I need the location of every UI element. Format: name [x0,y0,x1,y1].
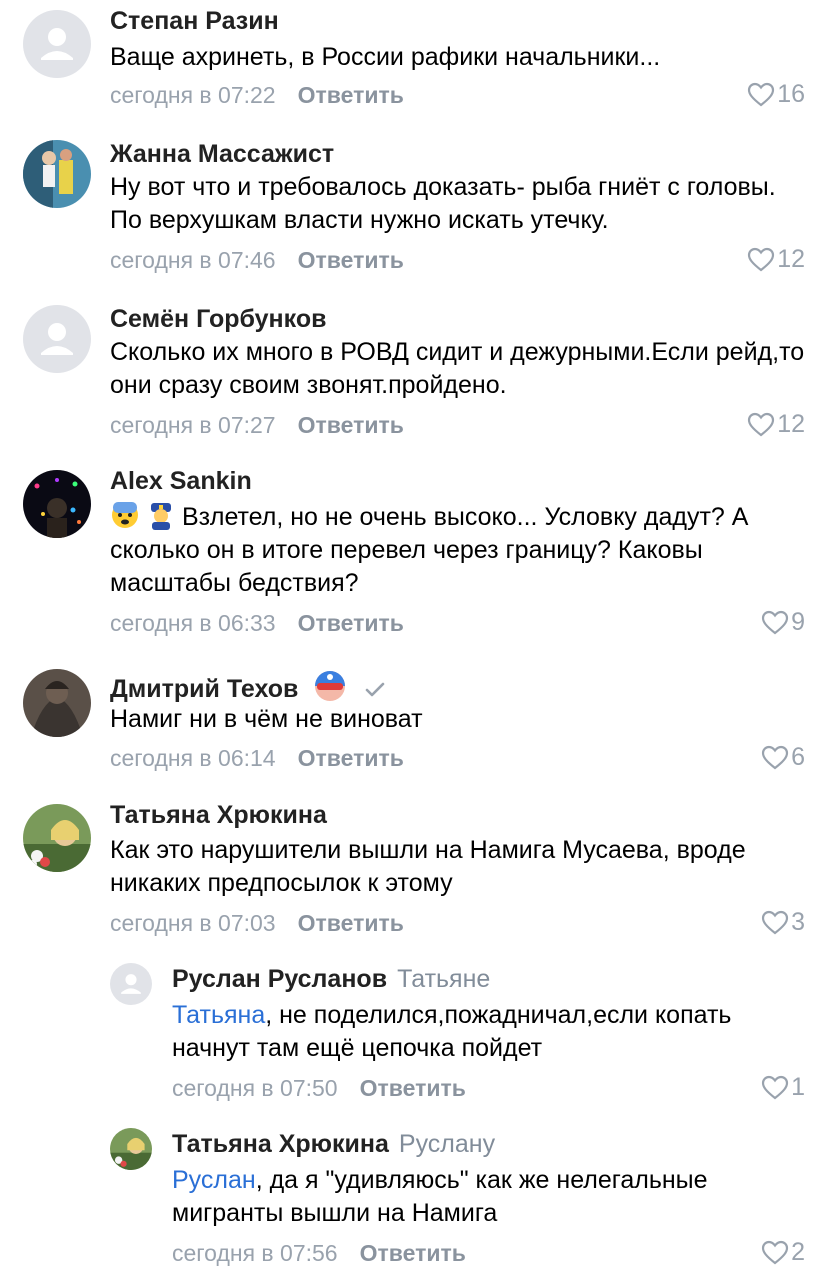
reply-button[interactable]: Ответить [298,745,404,771]
comment-text: Ваще ахринеть, в России рафики начальник… [110,43,661,71]
like-count: 12 [777,410,805,438]
comment-meta: сегодня в 07:27 Ответить [110,412,404,439]
heart-icon [748,247,775,271]
fearful-face-emoji [112,502,138,528]
heart-icon [761,910,789,934]
timestamp: сегодня в 07:03 [110,910,276,936]
author-name[interactable]: Дмитрий Техов [110,669,386,704]
reply-button[interactable]: Ответить [360,1240,466,1266]
timestamp: сегодня в 07:46 [110,247,276,273]
heart-icon [748,412,775,436]
avatar[interactable] [23,804,91,872]
like-count: 3 [791,908,805,936]
reply-button[interactable]: Ответить [360,1075,466,1101]
comment-text: Сколько их много в РОВД сидит и дежурным… [110,338,805,399]
timestamp: сегодня в 06:33 [110,610,276,636]
comment-meta: сегодня в 06:14 Ответить [110,745,404,772]
heart-icon [761,1075,789,1099]
heart-icon [748,82,775,106]
mention-link[interactable]: Руслан [172,1166,256,1194]
reply-to[interactable]: Татьяне [397,965,490,993]
like-count: 16 [777,80,805,108]
like-count: 6 [791,743,805,771]
comment-text: Взлетел, но не очень высоко... Условку д… [110,500,810,600]
author-name[interactable]: Руслан Русланов Татьяне [172,965,490,994]
author-name[interactable]: Татьяна Хрюкина Руслану [172,1130,495,1159]
reply-button[interactable]: Ответить [298,910,404,936]
author-name[interactable]: Жанна Массажист [110,140,334,169]
author-name[interactable]: Семён Горбунков [110,305,326,334]
comment-meta: сегодня в 06:33 Ответить [110,610,404,637]
like-button[interactable]: 2 [761,1238,805,1267]
heart-icon [761,610,789,634]
comment-meta: сегодня в 07:56 Ответить [172,1240,466,1267]
comment-text: Намиг ни в чём не виноват [110,705,423,733]
author-name[interactable]: Татьяна Хрюкина [110,801,327,830]
heart-icon [761,1240,789,1264]
like-button[interactable]: 3 [761,908,805,937]
heart-icon [761,745,789,769]
avatar[interactable] [110,1128,152,1170]
author-name[interactable]: Степан Разин [110,7,279,36]
like-button[interactable]: 9 [761,608,805,637]
like-button[interactable]: 12 [747,245,805,274]
like-button[interactable]: 6 [761,743,805,772]
like-count: 1 [791,1073,805,1101]
like-button[interactable]: 1 [761,1073,805,1102]
reply-button[interactable]: Ответить [298,412,404,438]
reply-button[interactable]: Ответить [298,82,404,108]
timestamp: сегодня в 07:27 [110,412,276,438]
like-count: 9 [791,608,805,636]
reply-to[interactable]: Руслану [399,1130,495,1158]
avatar[interactable] [23,140,91,208]
comment-meta: сегодня в 07:03 Ответить [110,910,404,937]
avatar[interactable] [23,10,91,78]
timestamp: сегодня в 07:56 [172,1240,338,1266]
comment-meta: сегодня в 07:50 Ответить [172,1075,466,1102]
avatar[interactable] [110,963,152,1005]
avatar[interactable] [23,305,91,373]
timestamp: сегодня в 06:14 [110,745,276,771]
reply-button[interactable]: Ответить [298,610,404,636]
police-officer-emoji [151,503,171,530]
avatar[interactable] [23,669,91,737]
comment-meta: сегодня в 07:22 Ответить [110,82,404,109]
hero-mask-emoji [315,671,346,701]
comment-text: Руслан, да я "удивляюсь" как же нелегаль… [172,1166,708,1227]
comment-text: Ну вот что и требовалось доказать- рыба … [110,173,776,234]
timestamp: сегодня в 07:22 [110,82,276,108]
avatar[interactable] [23,470,91,538]
mention-link[interactable]: Татьяна [172,1001,265,1029]
comment-meta: сегодня в 07:46 Ответить [110,247,404,274]
like-count: 12 [777,245,805,273]
like-button[interactable]: 16 [747,80,805,109]
timestamp: сегодня в 07:50 [172,1075,338,1101]
comment-text: Татьяна, не поделился,пожадничал,если ко… [172,1001,732,1062]
comment-text: Как это нарушители вышли на Намига Мусае… [110,836,746,897]
author-name[interactable]: Alex Sankin [110,467,252,496]
checkmark-icon [366,683,385,697]
like-count: 2 [791,1238,805,1266]
reply-button[interactable]: Ответить [298,247,404,273]
like-button[interactable]: 12 [747,410,805,439]
